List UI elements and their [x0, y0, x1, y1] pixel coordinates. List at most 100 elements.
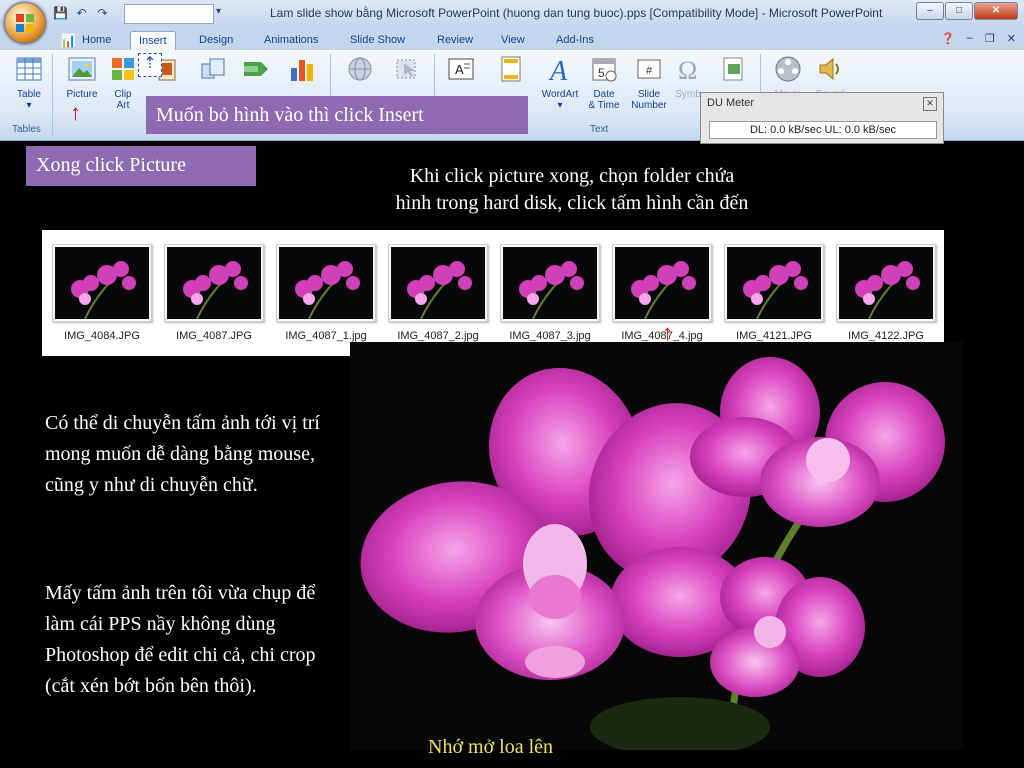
shapes-icon: [201, 58, 225, 79]
picture-label: Picture: [66, 89, 98, 100]
clip-art-button[interactable]: Clip Art: [106, 54, 140, 111]
file-thumbnail[interactable]: IMG_4084.JPG: [52, 244, 152, 342]
smartart-button[interactable]: [238, 54, 274, 89]
clip-art-icon: [112, 58, 134, 80]
file-thumbnail[interactable]: IMG_4087_1.jpg: [276, 244, 376, 342]
file-thumbnail[interactable]: IMG_4087.JPG: [164, 244, 264, 342]
qat-input-box[interactable]: [124, 4, 214, 24]
hyperlink-button[interactable]: [342, 54, 378, 89]
svg-text:5: 5: [598, 66, 605, 80]
office-logo-icon: [16, 14, 34, 32]
file-thumbnail[interactable]: IMG_4087_2.jpg: [388, 244, 488, 342]
file-name: IMG_4122.JPG: [848, 330, 924, 342]
action-icon: [396, 59, 416, 79]
tab-home[interactable]: Home: [82, 31, 111, 50]
file-name: IMG_4121.JPG: [736, 330, 812, 342]
calendar-icon: 5: [592, 58, 617, 82]
orchid-image: [350, 342, 964, 750]
slide-number-label-2: Number: [631, 100, 667, 111]
tab-insert[interactable]: Insert: [130, 31, 176, 51]
minimize-icon[interactable]: –: [916, 2, 944, 20]
sound-reminder-text: Nhớ mở loa lên: [428, 736, 554, 758]
symbol-button[interactable]: Ω Symb: [674, 54, 702, 100]
title-bar: 💾 ↶ ↷ ▾ Lam slide show bằng Microsoft Po…: [0, 0, 1024, 29]
picture-button[interactable]: Picture: [62, 54, 102, 100]
file-name: IMG_4087_2.jpg: [397, 330, 479, 342]
chart-icon: [291, 60, 313, 81]
svg-text:A: A: [455, 62, 464, 77]
help-icon[interactable]: ❓: [941, 32, 955, 45]
tab-animations[interactable]: Animations: [264, 31, 318, 50]
ribbon-restore-icon[interactable]: ❐: [985, 32, 995, 45]
ribbon-close-icon[interactable]: ✕: [1007, 32, 1016, 45]
object-button[interactable]: [718, 54, 748, 89]
smartart-icon: [244, 62, 268, 76]
file-thumbnail[interactable]: IMG_4087_3.jpg: [500, 244, 600, 342]
ribbon-tabs: 📊 Home Insert Design Animations Slide Sh…: [0, 28, 1024, 51]
maximize-icon[interactable]: □: [945, 2, 973, 20]
window-title: Lam slide show bằng Microsoft PowerPoint…: [270, 6, 883, 20]
tab-review[interactable]: Review: [437, 31, 473, 50]
action-button[interactable]: [388, 54, 424, 89]
thumbnail-image: [503, 247, 597, 319]
quick-access-toolbar: 💾 ↶ ↷: [52, 5, 111, 22]
tab-design[interactable]: Design: [199, 31, 233, 50]
date-time-label-2: & Time: [588, 100, 620, 111]
du-meter-widget[interactable]: DU Meter ✕ DL: 0.0 kB/sec UL: 0.0 kB/sec: [700, 92, 944, 144]
thumbnail-frame: [388, 244, 488, 322]
instruction-line-1: Khi click picture xong, chọn folder chứa: [409, 165, 735, 187]
thumbnail-image: [615, 247, 709, 319]
svg-text:A: A: [548, 56, 568, 84]
wordart-button[interactable]: A WordArt ▾: [535, 54, 585, 111]
thumbnail-image: [55, 247, 149, 319]
undo-icon[interactable]: ↶: [73, 5, 90, 22]
du-meter-readout: DL: 0.0 kB/sec UL: 0.0 kB/sec: [709, 121, 937, 139]
tab-add-ins[interactable]: Add-Ins: [556, 31, 594, 50]
omega-icon: Ω: [678, 56, 697, 85]
text-box-icon: A: [448, 58, 474, 80]
du-meter-title: DU Meter: [707, 97, 755, 109]
window-controls: – □ ✕: [916, 2, 1018, 20]
thumbnail-frame: [500, 244, 600, 322]
redo-icon[interactable]: ↷: [94, 5, 111, 22]
orchid-photo[interactable]: [350, 342, 964, 750]
callout-picture: Xong click Picture: [26, 146, 256, 186]
red-arrow-up-icon: ↑: [70, 100, 81, 125]
thumbnail-frame: [612, 244, 712, 322]
date-time-label-1: Date: [593, 89, 615, 100]
film-reel-icon: [775, 56, 801, 82]
tab-view[interactable]: View: [501, 31, 525, 50]
group-label-text: Text: [590, 124, 609, 135]
group-separator: [52, 54, 53, 136]
du-meter-close-icon[interactable]: ✕: [923, 97, 937, 111]
slide-number-label-1: Slide: [637, 89, 661, 100]
table-label: Table: [17, 89, 41, 100]
instruction-line-2: hình trong hard disk, click tấm hình cần…: [395, 192, 749, 214]
tab-slide-show[interactable]: Slide Show: [350, 31, 405, 50]
save-icon[interactable]: 💾: [52, 5, 69, 22]
shapes-button[interactable]: [196, 54, 230, 89]
header-footer-button[interactable]: [494, 54, 528, 89]
file-name: IMG_4084.JPG: [64, 330, 140, 342]
file-name: IMG_4087_3.jpg: [509, 330, 591, 342]
svg-text:Ω: Ω: [678, 56, 697, 84]
slide-number-button[interactable]: # Slide Number: [628, 54, 670, 111]
speaker-icon: [819, 57, 839, 81]
hyperlink-icon: [348, 57, 372, 81]
customize-qat-icon[interactable]: ▾: [216, 6, 221, 17]
ribbon-minimize-icon[interactable]: –: [967, 32, 973, 45]
instruction-text: Khi click picture xong, chọn folder chứa…: [300, 163, 844, 217]
table-button[interactable]: Table ▾: [10, 54, 48, 111]
wordart-dropdown-icon: ▾: [557, 100, 563, 111]
thumbnail-frame: [724, 244, 824, 322]
text-box-button[interactable]: A: [444, 54, 478, 89]
file-thumbnail[interactable]: IMG_4122.JPG: [836, 244, 936, 342]
file-thumbnail[interactable]: IMG_4121.JPG: [724, 244, 824, 342]
body-paragraph-1: Có thể di chuyễn tấm ảnh tới vị trí mong…: [45, 412, 320, 496]
date-time-button[interactable]: 5 Date & Time: [586, 54, 622, 111]
chart-button[interactable]: [284, 54, 320, 89]
slide-number-icon: #: [637, 59, 661, 79]
close-icon[interactable]: ✕: [974, 2, 1018, 20]
red-arrow-up-icon: ↑: [662, 320, 673, 345]
office-button[interactable]: [4, 2, 46, 44]
